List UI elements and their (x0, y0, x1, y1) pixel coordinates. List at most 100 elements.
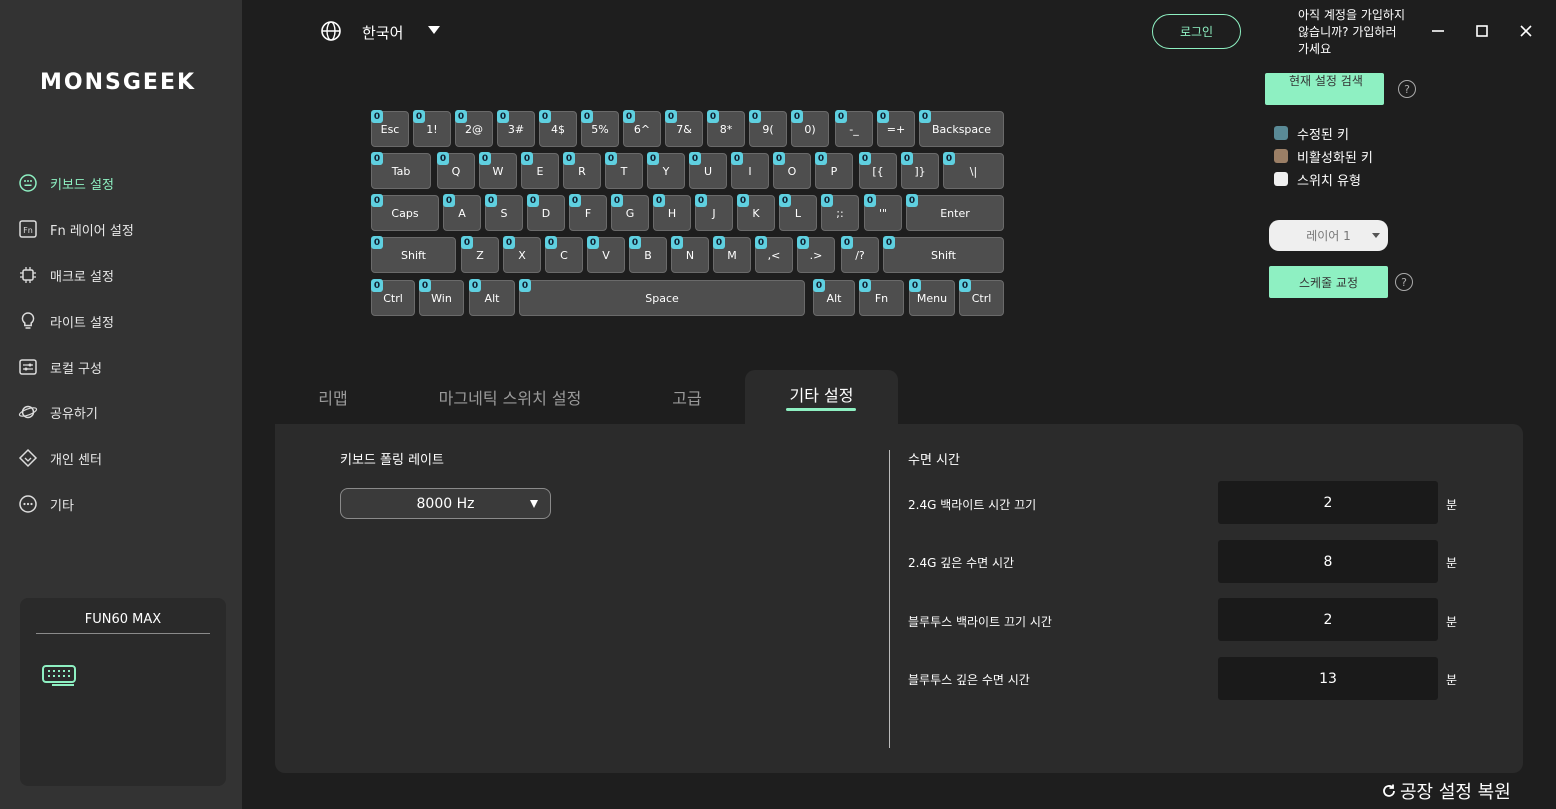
sidebar-item-fn-layer[interactable]: Fn Fn 레이어 설정 (18, 215, 134, 243)
maximize-icon[interactable] (1473, 22, 1491, 40)
key-space[interactable]: 0 Space (519, 279, 805, 316)
sidebar-item-light[interactable]: 라이트 설정 (18, 307, 114, 335)
key-alt[interactable]: 0 Alt (813, 279, 855, 316)
tab-advanced[interactable]: 고급 (646, 370, 728, 424)
sleep-input-24g-backlight[interactable] (1218, 481, 1438, 524)
sidebar-item-other[interactable]: 기타 (18, 490, 74, 518)
factory-reset-button[interactable]: 공장 설정 복원 (1381, 778, 1511, 804)
key-[interactable]: 0 -_ (835, 110, 873, 147)
search-settings-button[interactable]: 현재 설정 검색 (1265, 73, 1384, 105)
key-v[interactable]: 0V (587, 236, 625, 273)
key-g[interactable]: 0G (611, 194, 649, 231)
key-c[interactable]: 0C (545, 236, 583, 273)
key-e[interactable]: 0E (521, 152, 559, 189)
key-ctrl[interactable]: 0 Ctrl (959, 279, 1004, 316)
key-4[interactable]: 0 4$ (539, 110, 577, 147)
key-j[interactable]: 0J (695, 194, 733, 231)
key-backspace[interactable]: 0 Backspace (919, 110, 1004, 147)
key-5[interactable]: 0 5% (581, 110, 619, 147)
tab-magnetic-switch[interactable]: 마그네틱 스위치 설정 (410, 370, 610, 424)
layer-select[interactable]: 레이어 1 (1269, 220, 1388, 251)
key-a[interactable]: 0A (443, 194, 481, 231)
key-shift[interactable]: 0 Shift (371, 236, 456, 273)
key-m[interactable]: 0M (713, 236, 751, 273)
key-h[interactable]: 0H (653, 194, 691, 231)
device-card[interactable]: FUN60 MAX (20, 598, 226, 786)
key-badge: 0 (877, 110, 889, 123)
key-alt[interactable]: 0 Alt (469, 279, 515, 316)
key-shift[interactable]: 0 Shift (883, 236, 1004, 273)
key-badge: 0 (906, 194, 918, 207)
sidebar-item-local-config[interactable]: 로컬 구성 (18, 353, 102, 381)
key-n[interactable]: 0N (671, 236, 709, 273)
login-button[interactable]: 로그인 (1152, 14, 1241, 49)
key-r[interactable]: 0R (563, 152, 601, 189)
key-z[interactable]: 0Z (461, 236, 499, 273)
key-6[interactable]: 0 6^ (623, 110, 661, 147)
tab-other-settings[interactable]: 기타 설정 (745, 370, 898, 424)
chevron-down-icon[interactable] (428, 26, 440, 34)
key-tab[interactable]: 0 Tab (371, 152, 431, 189)
key-esc[interactable]: 0 Esc (371, 110, 409, 147)
calibrate-button[interactable]: 스케줄 교정 (1269, 266, 1388, 298)
key-badge: 0 (755, 236, 767, 249)
globe-icon[interactable] (320, 20, 342, 46)
key-[interactable]: 0;: (821, 194, 859, 231)
key-label: V (602, 248, 610, 262)
sidebar-item-share[interactable]: 공유하기 (18, 398, 98, 426)
key-b[interactable]: 0B (629, 236, 667, 273)
help-icon[interactable]: ? (1398, 80, 1416, 98)
key-win[interactable]: 0 Win (419, 279, 464, 316)
sidebar-item-personal-center[interactable]: 개인 센터 (18, 444, 102, 472)
key-7[interactable]: 0 7& (665, 110, 703, 147)
sidebar-item-macro[interactable]: 매크로 설정 (18, 261, 114, 289)
key-l[interactable]: 0L (779, 194, 817, 231)
key-fn[interactable]: 0 Fn (859, 279, 904, 316)
key-[interactable]: 0 '" (864, 194, 902, 231)
key-x[interactable]: 0X (503, 236, 541, 273)
key-[interactable]: 0]} (901, 152, 939, 189)
key-enter[interactable]: 0 Enter (906, 194, 1004, 231)
sidebar-item-keyboard-settings[interactable]: 키보드 설정 (18, 169, 114, 197)
key-[interactable]: 0 =+ (877, 110, 915, 147)
sleep-input-24g-deep-sleep[interactable] (1218, 540, 1438, 583)
key-[interactable]: 0[{ (859, 152, 897, 189)
sleep-input-bt-deep-sleep[interactable] (1218, 657, 1438, 700)
key-i[interactable]: 0I (731, 152, 769, 189)
key-0[interactable]: 0 0) (791, 110, 829, 147)
signup-link[interactable]: 아직 계정을 가입하지 않습니까? 가입하러 가세요 (1298, 7, 1408, 58)
close-icon[interactable] (1517, 22, 1535, 40)
key-ctrl[interactable]: 0 Ctrl (371, 279, 415, 316)
key-1[interactable]: 0 1! (413, 110, 451, 147)
help-icon[interactable]: ? (1395, 273, 1413, 291)
key-[interactable]: 0 .> (797, 236, 835, 273)
key-[interactable]: 0 \| (943, 152, 1004, 189)
key-y[interactable]: 0Y (647, 152, 685, 189)
tab-remap[interactable]: 리맵 (290, 370, 376, 424)
sleep-input-bt-backlight[interactable] (1218, 598, 1438, 641)
key-2[interactable]: 0 2@ (455, 110, 493, 147)
minimize-icon[interactable] (1429, 22, 1447, 40)
key-menu[interactable]: 0 Menu (909, 279, 955, 316)
key-3[interactable]: 0 3# (497, 110, 535, 147)
key-badge: 0 (497, 110, 509, 123)
key-badge: 0 (665, 110, 677, 123)
key-k[interactable]: 0K (737, 194, 775, 231)
key-s[interactable]: 0S (485, 194, 523, 231)
key-[interactable]: 0/? (841, 236, 879, 273)
key-q[interactable]: 0Q (437, 152, 475, 189)
key-9[interactable]: 0 9( (749, 110, 787, 147)
key-f[interactable]: 0F (569, 194, 607, 231)
key-w[interactable]: 0W (479, 152, 517, 189)
key-u[interactable]: 0U (689, 152, 727, 189)
key-8[interactable]: 0 8* (707, 110, 745, 147)
polling-rate-select[interactable]: 8000 Hz (340, 488, 551, 519)
key-caps[interactable]: 0 Caps (371, 194, 439, 231)
key-[interactable]: 0 ,< (755, 236, 793, 273)
language-select[interactable]: 한국어 (362, 22, 403, 43)
key-d[interactable]: 0D (527, 194, 565, 231)
key-o[interactable]: 0O (773, 152, 811, 189)
key-label: Esc (380, 122, 400, 136)
key-t[interactable]: 0T (605, 152, 643, 189)
key-p[interactable]: 0P (815, 152, 853, 189)
